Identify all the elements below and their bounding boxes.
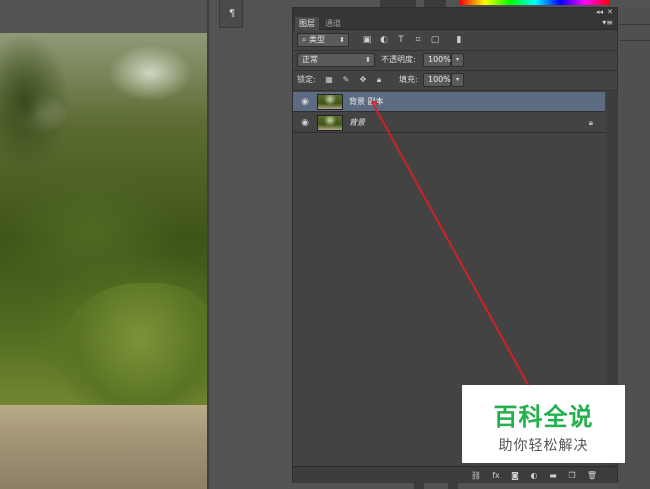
opacity-input[interactable]: 100%	[423, 53, 451, 67]
document-canvas[interactable]	[0, 33, 207, 489]
adjustment-layer-icon[interactable]: ◐	[527, 467, 541, 484]
collapsed-tool-panel[interactable]: ¶	[219, 0, 243, 28]
opacity-value: 100%	[428, 55, 451, 64]
chevron-updown-icon: ⬍	[339, 36, 345, 44]
close-panel-icon[interactable]: ✕	[607, 8, 613, 16]
bottom-stub	[414, 483, 424, 489]
opacity-dropdown-button[interactable]: ▾	[451, 53, 464, 67]
filter-kind-select[interactable]: ⌕ 类型 ⬍	[297, 33, 349, 47]
shape-filter-icon[interactable]: ⌗	[412, 34, 424, 46]
fill-value: 100%	[428, 75, 451, 84]
visibility-eye-icon[interactable]: ◉	[298, 113, 312, 133]
panel-footer: ⛓ fx ◙ ◐ ▬ ❐ 🗑︎	[293, 466, 617, 483]
fill-dropdown-button[interactable]: ▾	[451, 73, 464, 87]
bottom-stub	[448, 483, 458, 489]
fill-label: 填充:	[399, 75, 418, 84]
chevron-updown-icon: ⬍	[365, 56, 371, 64]
divider	[293, 90, 617, 91]
watermark-logo: 百科全说 助你轻松解决	[462, 385, 625, 463]
layer-row-background-copy[interactable]: ◉ 背景 副本	[293, 92, 605, 112]
type-filter-icon[interactable]: T	[395, 34, 407, 46]
layer-name[interactable]: 背景	[349, 113, 365, 133]
divider	[293, 70, 617, 71]
new-group-icon[interactable]: ▬	[546, 467, 560, 484]
panel-tabs: 图层 通道 ▾≡	[293, 16, 617, 30]
filter-kind-label: 类型	[309, 35, 326, 44]
tab-channels[interactable]: 通道	[321, 17, 345, 30]
opacity-label: 不透明度:	[381, 55, 416, 64]
fill-input[interactable]: 100%	[423, 73, 451, 87]
fx-icon[interactable]: fx	[489, 467, 503, 484]
paragraph-tool-icon[interactable]: ¶	[226, 8, 238, 20]
trash-icon[interactable]: 🗑︎	[585, 467, 599, 484]
adjustment-filter-icon[interactable]: ◐	[378, 34, 390, 46]
lock-all-icon[interactable]: 🔒︎	[373, 73, 385, 87]
visibility-eye-icon[interactable]: ◉	[298, 92, 312, 112]
right-dock-divider	[620, 40, 650, 41]
layer-name[interactable]: 背景 副本	[349, 92, 384, 112]
new-layer-icon[interactable]: ❐	[565, 467, 579, 484]
watermark-title: 百科全说	[493, 403, 594, 431]
collapse-panel-icon[interactable]: ◂◂	[596, 8, 603, 16]
add-mask-icon[interactable]: ◙	[508, 467, 522, 484]
panel-menu-icon[interactable]: ▾≡	[602, 17, 613, 29]
lock-position-icon[interactable]: ✥	[357, 73, 369, 87]
smart-object-filter-icon[interactable]: ▢	[429, 34, 441, 46]
lock-transparent-pixels-icon[interactable]: ▦	[323, 73, 335, 87]
blend-row: 正常 ⬍ 不透明度: 100% ▾	[293, 52, 617, 68]
blend-mode-select[interactable]: 正常 ⬍	[297, 53, 375, 67]
blend-mode-value: 正常	[302, 55, 318, 64]
layer-thumbnail	[317, 94, 343, 110]
layer-thumbnail	[317, 115, 343, 131]
lock-row: 锁定: ▦ ✎ ✥ 🔒︎ 填充: 100% ▾	[293, 72, 617, 88]
canvas-edge-divider	[207, 0, 209, 489]
right-dock-divider	[620, 24, 650, 25]
panel-titlebar[interactable]: ◂◂ ✕	[293, 8, 617, 16]
pixel-filter-icon[interactable]: ▣	[361, 34, 373, 46]
lock-label: 锁定:	[297, 75, 316, 84]
filter-row: ⌕ 类型 ⬍ ▣ ◐ T ⌗ ▢ ▮	[293, 32, 617, 48]
photo-bush	[60, 283, 207, 423]
search-icon: ⌕	[302, 35, 310, 44]
color-spectrum-strip[interactable]	[460, 0, 610, 5]
lock-image-pixels-icon[interactable]: ✎	[340, 73, 352, 87]
divider	[293, 50, 617, 51]
layer-row-background[interactable]: ◉ 背景 🔒︎	[293, 113, 605, 133]
lock-icon: 🔒︎	[588, 118, 593, 127]
photo-ground	[0, 405, 207, 489]
watermark-subtitle: 助你轻松解决	[498, 438, 589, 454]
link-layers-icon[interactable]: ⛓	[469, 467, 483, 484]
filter-toggle-icon[interactable]: ▮	[453, 34, 465, 46]
tab-layers[interactable]: 图层	[295, 17, 319, 30]
photo-foliage	[0, 33, 70, 173]
